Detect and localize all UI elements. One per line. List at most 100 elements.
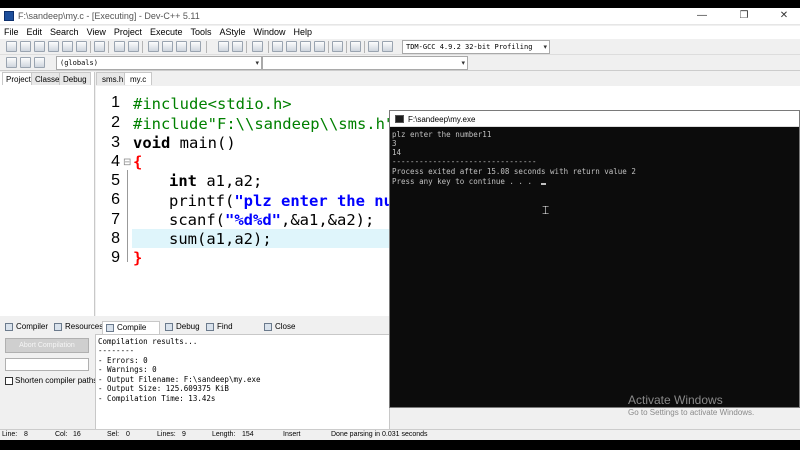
activate-windows-hint: Go to Settings to activate Windows.	[628, 408, 755, 417]
tab-project[interactable]: Project	[2, 72, 35, 85]
menu-window[interactable]: Window	[250, 26, 290, 39]
minimize-button[interactable]: —	[688, 8, 716, 24]
maximize-button[interactable]: ❐	[730, 8, 758, 24]
goto-forward-icon[interactable]	[34, 57, 45, 68]
status-message: Done parsing in 0.031 seconds	[331, 431, 428, 438]
save-icon[interactable]	[34, 41, 45, 52]
app-icon	[4, 11, 14, 21]
unindent-icon[interactable]	[218, 41, 229, 52]
chevron-down-icon: ▾	[543, 43, 547, 51]
menu-view[interactable]: View	[83, 26, 110, 39]
tab-debug-bottom[interactable]: Debug	[162, 321, 200, 334]
close-window-button[interactable]: ✕	[770, 8, 798, 24]
tab-compiler[interactable]: Compiler	[2, 321, 48, 334]
menu-tools[interactable]: Tools	[186, 26, 215, 39]
menu-search[interactable]: Search	[46, 26, 83, 39]
scope-select[interactable]: (globals) ▾	[56, 56, 262, 70]
find-icon[interactable]	[148, 41, 159, 52]
menu-project[interactable]: Project	[110, 26, 146, 39]
chevron-down-icon: ▾	[255, 59, 259, 67]
stop-execution-icon[interactable]	[350, 41, 361, 52]
status-col-value: 16	[73, 431, 81, 438]
code-line-9: }	[133, 249, 143, 267]
compile-log-output[interactable]: Compilation results... -------- - Errors…	[95, 334, 390, 430]
log-line: - Output Size: 125.609375 KiB	[98, 384, 229, 393]
close-file-icon[interactable]	[62, 41, 73, 52]
shorten-paths-label: Shorten compiler paths	[15, 376, 98, 385]
debug-check-icon[interactable]	[332, 41, 343, 52]
rebuild-icon[interactable]	[314, 41, 325, 52]
compiler-icon	[5, 323, 13, 331]
print-icon[interactable]	[94, 41, 105, 52]
text-cursor	[541, 183, 546, 185]
code-line-8: sum(a1,a2);	[169, 230, 272, 248]
line-number: 1	[111, 94, 120, 111]
function-select[interactable]: ▾	[262, 56, 468, 70]
console-title-bar: F:\sandeep\my.exe	[390, 111, 799, 127]
status-length-value: 154	[242, 431, 254, 438]
find-next-icon[interactable]	[176, 41, 187, 52]
resources-icon	[54, 323, 62, 331]
open-file-icon[interactable]	[20, 41, 31, 52]
shorten-paths-checkbox[interactable]	[5, 377, 13, 385]
status-sel-label: Sel:	[107, 431, 120, 438]
debug-icon	[165, 323, 173, 331]
status-lines-label: Lines:	[157, 431, 176, 438]
save-all-icon[interactable]	[48, 41, 59, 52]
log-line: Compilation results...	[98, 337, 198, 346]
compile-controls: Abort Compilation Shorten compiler paths	[0, 334, 98, 430]
menu-file[interactable]: File	[0, 26, 23, 39]
console-line: 3	[392, 139, 397, 148]
abort-compilation-button[interactable]: Abort Compilation	[5, 338, 89, 353]
line-number: 3	[111, 134, 120, 151]
run-icon[interactable]	[286, 41, 297, 52]
status-length-label: Length:	[212, 431, 236, 438]
toggle-bookmark-icon[interactable]	[252, 41, 263, 52]
goto-line-icon[interactable]	[190, 41, 201, 52]
compiler-select[interactable]: TDM-GCC 4.9.2 32-bit Profiling ▾	[402, 40, 550, 54]
menu-execute[interactable]: Execute	[146, 26, 187, 39]
close-all-icon[interactable]	[76, 41, 87, 52]
code-text: printf(	[169, 192, 235, 210]
tab-close[interactable]: Close	[261, 321, 295, 334]
compile-icon[interactable]	[272, 41, 283, 52]
menu-astyle[interactable]: AStyle	[215, 26, 249, 39]
undo-icon[interactable]	[114, 41, 125, 52]
code-line-1: #include<stdio.h>	[133, 95, 292, 113]
line-number: 2	[111, 114, 120, 131]
log-line: - Compilation Time: 13.42s	[98, 394, 216, 403]
profile-delete-icon[interactable]	[382, 41, 393, 52]
indent-icon[interactable]	[232, 41, 243, 52]
string-literal: "%d%d"	[225, 211, 281, 229]
tab-find-results[interactable]: Find Results	[203, 321, 259, 343]
keyword-void: void	[133, 134, 171, 152]
line-number: 7	[111, 211, 120, 228]
tab-resources[interactable]: Resources	[51, 321, 103, 334]
editor-tab-my-c[interactable]: my.c	[124, 72, 153, 85]
menu-edit[interactable]: Edit	[23, 26, 47, 39]
code-line-7: scanf("%d%d",&a1,&a2);	[169, 211, 374, 229]
goto-back-icon[interactable]	[20, 57, 31, 68]
profile-icon[interactable]	[368, 41, 379, 52]
console-line: --------------------------------	[392, 157, 537, 166]
replace-icon[interactable]	[162, 41, 173, 52]
new-file-icon[interactable]	[6, 41, 17, 52]
code-text: a1,a2;	[197, 172, 263, 190]
chevron-down-icon: ▾	[461, 59, 465, 67]
code-text: scanf(	[169, 211, 225, 229]
menu-help[interactable]: Help	[290, 26, 317, 39]
log-line: - Errors: 0	[98, 356, 148, 365]
title-bar: F:\sandeep\my.c - [Executing] - Dev-C++ …	[0, 8, 800, 25]
code-line-6: printf("plz enter the numb	[169, 192, 412, 210]
insert-icon[interactable]	[6, 57, 17, 68]
console-window[interactable]: F:\sandeep\my.exe plz enter the number11…	[389, 110, 800, 408]
tab-debug[interactable]: Debug	[59, 72, 91, 85]
console-line: plz enter the number11	[392, 130, 492, 139]
status-line-label: Line:	[2, 431, 18, 438]
compile-run-icon[interactable]	[300, 41, 311, 52]
find-results-icon	[206, 323, 214, 331]
fold-collapse-icon[interactable]: ⊟	[123, 157, 131, 168]
redo-icon[interactable]	[128, 41, 139, 52]
line-number: 9	[111, 249, 120, 266]
tab-compile-log[interactable]: Compile Log	[102, 321, 160, 344]
